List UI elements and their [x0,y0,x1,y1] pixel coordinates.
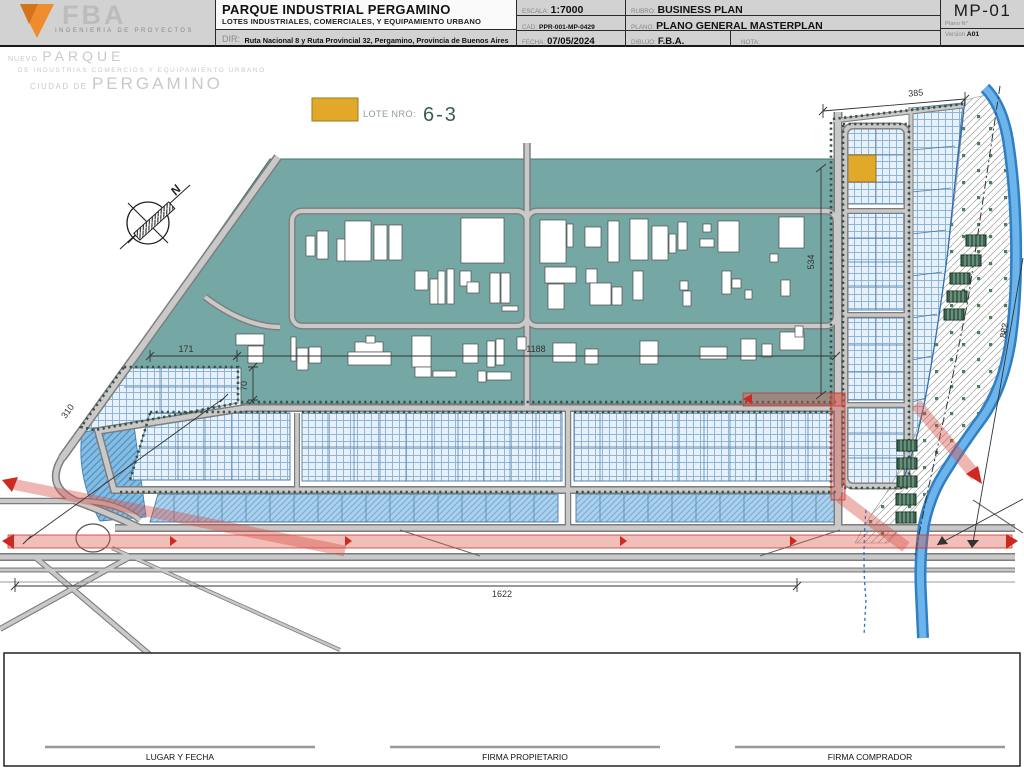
escala-label: ESCALA: [522,8,549,15]
version-label: Version [945,32,965,38]
legend-lot-number: 6-3 [423,104,458,126]
signature-firma-propietario: FIRMA PROPIETARIO [482,752,568,762]
masterplan-sheet: 171 1188 70 385 534 882 310 1622 N LOTE … [0,0,1024,768]
dir-label: DIR: [222,34,240,44]
dir-value: Ruta Nacional 8 y Ruta Provincial 32, Pe… [244,36,508,45]
plano-n-label: Plano N° [941,21,1024,27]
watermark-nuevo: NUEVO [8,56,38,63]
site-plan: 171 1188 70 385 534 882 310 1622 N LOTE … [0,0,1024,768]
dim-1188: 1188 [526,344,545,354]
company-tagline: INGENIERIA DE PROYECTOS [55,28,194,34]
plano-value: PLANO GENERAL MASTERPLAN [656,20,823,32]
cad-label: CAD: [522,24,537,31]
version-value: A01 [967,31,979,38]
dim-70: 70 [239,381,249,391]
lot-legend: LOTE NRO: 6-3 [312,98,458,126]
project-subtitle: LOTES INDUSTRIALES, COMERCIALES, Y EQUIP… [216,17,516,26]
watermark-pergamino: PERGAMINO [92,74,223,93]
signature-lugar-fecha: LUGAR Y FECHA [146,752,215,762]
company-logo-cell: FBA INGENIERIA DE PROYECTOS [0,0,215,47]
rubro-label: RUBRO: [631,8,656,15]
cad-value: PPR-001-MP-0429 [539,24,595,31]
watermark: NUEVO PARQUE DE INDUSTRIAS COMERCIOS Y E… [8,48,266,94]
nota-label: NOTA: [741,39,760,46]
dibujo-value: F.B.A. [658,36,684,47]
sheet-number-cell: MP-01 Plano N° Version A01 [940,0,1024,47]
legend-label: LOTE NRO: [363,109,416,119]
watermark-ciudad-de: CIUDAD DE [30,82,88,91]
north-label: N [168,182,185,198]
dim-171: 171 [178,344,193,354]
fecha-label: FECHA: [522,39,545,46]
legend-swatch [312,98,358,121]
project-title: PARQUE INDUSTRIAL PERGAMINO [216,0,516,17]
signature-block: LUGAR Y FECHA FIRMA PROPIETARIO FIRMA CO… [4,653,1020,766]
dim-310: 310 [59,402,76,420]
north-arrow-icon: N [120,182,190,249]
watermark-line2: DE INDUSTRIAS COMERCIOS Y EQUIPAMIENTO U… [18,67,266,74]
project-title-cell: PARQUE INDUSTRIAL PERGAMINO LOTES INDUST… [215,0,516,47]
plan-fields-cell: RUBRO:BUSINESS PLAN PLANO:PLANO GENERAL … [625,0,940,47]
dibujo-label: DIBUJO: [631,39,656,46]
dim-534: 534 [806,254,816,269]
dim-1622: 1622 [492,589,512,599]
signature-firma-comprador: FIRMA COMPRADOR [828,752,913,762]
fba-triangle-logo-icon [20,4,54,38]
plano-label: PLANO: [631,24,654,31]
rubro-value: BUSINESS PLAN [658,4,743,16]
watermark-parque: PARQUE [42,48,124,64]
company-name-ghost: FBA [62,0,127,31]
highlighted-lot-6-3[interactable] [847,155,876,182]
meta-fields-cell: ESCALA:1:7000 CAD:PPR-001-MP-0429 FECHA:… [516,0,625,47]
escala-value: 1:7000 [551,4,584,16]
dim-385: 385 [908,87,924,98]
sheet-code: MP-01 [941,0,1024,21]
fecha-value: 07/05/2024 [547,36,595,47]
title-block: FBA INGENIERIA DE PROYECTOS PARQUE INDUS… [0,0,1024,47]
